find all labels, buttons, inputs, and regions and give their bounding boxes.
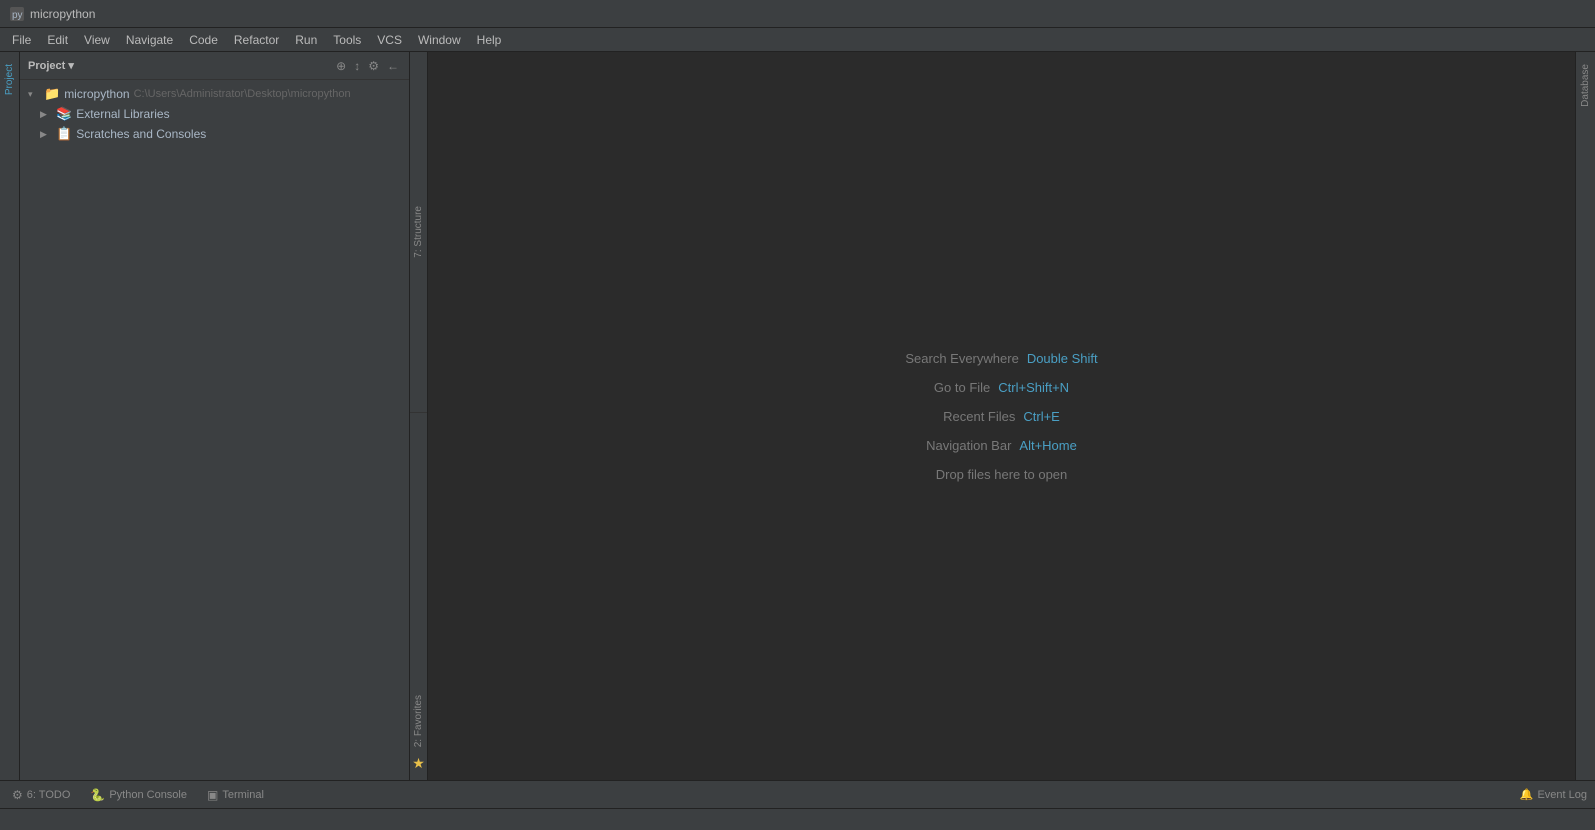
todo-label: 6: TODO bbox=[27, 789, 71, 801]
favorites-star-icon[interactable]: ★ bbox=[412, 755, 425, 772]
project-path: C:\Users\Administrator\Desktop\micropyth… bbox=[134, 88, 351, 100]
menu-item-file[interactable]: File bbox=[4, 31, 39, 49]
titlebar: py micropython bbox=[0, 0, 1595, 28]
search-everywhere-label: Search Everywhere bbox=[905, 351, 1018, 366]
terminal-label: Terminal bbox=[222, 789, 264, 801]
menu-item-edit[interactable]: Edit bbox=[39, 31, 76, 49]
settings-icon[interactable]: ⚙ bbox=[366, 57, 381, 75]
app-icon: py bbox=[10, 7, 24, 21]
expand-arrow-scratch: ▶ bbox=[40, 129, 52, 140]
navigation-bar-label: Navigation Bar bbox=[926, 438, 1011, 453]
event-log-label: Event Log bbox=[1537, 789, 1587, 801]
editor-area: Search Everywhere Double Shift Go to Fil… bbox=[428, 52, 1575, 780]
python-console-label: Python Console bbox=[109, 789, 187, 801]
goto-file-shortcut: Ctrl+Shift+N bbox=[998, 380, 1069, 395]
expand-arrow-ext: ▶ bbox=[40, 109, 52, 120]
recent-files-shortcut: Ctrl+E bbox=[1023, 409, 1059, 424]
scratch-icon: 📋 bbox=[56, 126, 72, 142]
menu-item-run[interactable]: Run bbox=[287, 31, 325, 49]
hint-navigation-bar: Navigation Bar Alt+Home bbox=[926, 438, 1077, 453]
library-icon: 📚 bbox=[56, 106, 72, 122]
collapse-icon[interactable]: ← bbox=[385, 57, 401, 75]
svg-text:py: py bbox=[12, 10, 23, 21]
project-tree: ▾ 📁 micropython C:\Users\Administrator\D… bbox=[20, 80, 409, 780]
event-log-icon: 🔔 bbox=[1520, 788, 1534, 801]
structure-tab[interactable]: 7: Structure bbox=[411, 202, 426, 262]
status-text bbox=[8, 814, 11, 825]
menu-item-view[interactable]: View bbox=[76, 31, 118, 49]
sync-icon[interactable]: ⊕ bbox=[334, 57, 348, 75]
database-tab[interactable]: Database bbox=[1577, 56, 1594, 115]
project-header-icons: ⊕ ↕ ⚙ ← bbox=[334, 57, 401, 75]
hint-recent-files: Recent Files Ctrl+E bbox=[943, 409, 1060, 424]
project-name: micropython bbox=[64, 87, 129, 101]
tree-item-scratches[interactable]: ▶ 📋 Scratches and Consoles bbox=[20, 124, 409, 144]
menu-item-navigate[interactable]: Navigate bbox=[118, 31, 181, 49]
sort-icon[interactable]: ↕ bbox=[352, 57, 362, 75]
event-log-button[interactable]: 🔔 Event Log bbox=[1520, 788, 1587, 801]
project-tab[interactable]: Project bbox=[1, 56, 18, 103]
hint-goto-file: Go to File Ctrl+Shift+N bbox=[934, 380, 1069, 395]
python-console-icon: 🐍 bbox=[90, 788, 105, 802]
drop-files-label: Drop files here to open bbox=[936, 467, 1068, 482]
goto-file-label: Go to File bbox=[934, 380, 990, 395]
project-panel: Project ▾ ⊕ ↕ ⚙ ← ▾ 📁 micropython C:\Use… bbox=[20, 52, 410, 780]
hint-search-everywhere: Search Everywhere Double Shift bbox=[905, 351, 1097, 366]
project-header: Project ▾ ⊕ ↕ ⚙ ← bbox=[20, 52, 409, 80]
hint-drop-files: Drop files here to open bbox=[936, 467, 1068, 482]
window-title: micropython bbox=[30, 7, 95, 21]
terminal-tab[interactable]: ▣ Terminal bbox=[203, 786, 268, 804]
right-sidebar-tabs: Database bbox=[1575, 52, 1595, 780]
menu-item-refactor[interactable]: Refactor bbox=[226, 31, 287, 49]
recent-files-label: Recent Files bbox=[943, 409, 1015, 424]
menubar: FileEditViewNavigateCodeRefactorRunTools… bbox=[0, 28, 1595, 52]
external-libraries-label: External Libraries bbox=[76, 107, 169, 121]
project-panel-title: Project ▾ bbox=[28, 59, 328, 72]
python-console-tab[interactable]: 🐍 Python Console bbox=[86, 786, 191, 804]
menu-item-window[interactable]: Window bbox=[410, 31, 469, 49]
statusbar bbox=[0, 808, 1595, 830]
tree-item-external-libraries[interactable]: ▶ 📚 External Libraries bbox=[20, 104, 409, 124]
scratches-label: Scratches and Consoles bbox=[76, 127, 206, 141]
left-sidebar-tabs: Project bbox=[0, 52, 20, 780]
search-everywhere-shortcut: Double Shift bbox=[1027, 351, 1098, 366]
menu-item-help[interactable]: Help bbox=[469, 31, 510, 49]
bottom-panel: ⚙ 6: TODO 🐍 Python Console ▣ Terminal 🔔 … bbox=[0, 780, 1595, 808]
menu-item-vcs[interactable]: VCS bbox=[369, 31, 410, 49]
todo-icon: ⚙ bbox=[12, 788, 23, 802]
folder-icon: 📁 bbox=[44, 86, 60, 102]
favorites-tab[interactable]: 2: Favorites bbox=[411, 691, 426, 751]
terminal-icon: ▣ bbox=[207, 788, 218, 802]
menu-item-code[interactable]: Code bbox=[181, 31, 226, 49]
todo-tab[interactable]: ⚙ 6: TODO bbox=[8, 786, 74, 804]
tree-item-micropython[interactable]: ▾ 📁 micropython C:\Users\Administrator\D… bbox=[20, 84, 409, 104]
navigation-bar-shortcut: Alt+Home bbox=[1019, 438, 1076, 453]
expand-arrow: ▾ bbox=[28, 89, 40, 100]
menu-item-tools[interactable]: Tools bbox=[325, 31, 369, 49]
main-content: Project Project ▾ ⊕ ↕ ⚙ ← ▾ 📁 micropytho… bbox=[0, 52, 1595, 780]
